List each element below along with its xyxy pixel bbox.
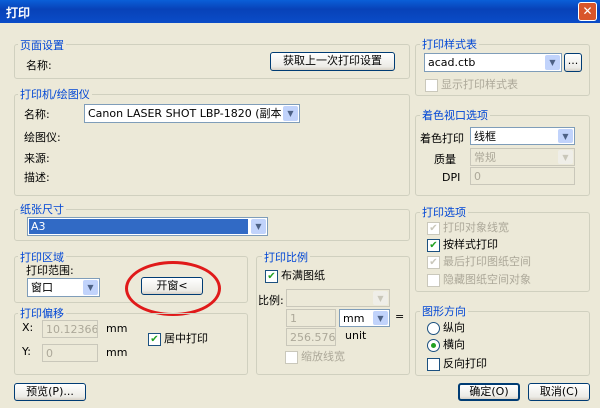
checkbox-icon bbox=[427, 273, 440, 287]
scale-denominator-input[interactable]: 256.5760 bbox=[286, 328, 336, 346]
shade-plot-value: 线框 bbox=[474, 130, 496, 143]
preview-button[interactable]: 预览(P)... bbox=[14, 383, 86, 401]
chevron-down-icon: ▼ bbox=[83, 280, 98, 295]
center-plot-label: 居中打印 bbox=[164, 332, 208, 345]
quality-label: 质量 bbox=[434, 153, 456, 166]
plot-paperspace-last-checkbox[interactable]: ✔ 最后打印图纸空间 bbox=[427, 253, 531, 269]
checkbox-icon bbox=[425, 78, 438, 92]
checkmark-icon: ✔ bbox=[427, 221, 440, 235]
scale-numerator-input[interactable]: 1 bbox=[286, 309, 336, 327]
scale-denominator-unit: unit bbox=[345, 329, 367, 342]
landscape-label: 横向 bbox=[443, 338, 465, 351]
dpi-input[interactable]: 0 bbox=[470, 167, 575, 185]
show-plot-styles-checkbox[interactable]: 显示打印样式表 bbox=[425, 76, 518, 92]
chevron-down-icon: ▼ bbox=[558, 150, 573, 164]
plot-style-title: 打印样式表 bbox=[420, 36, 479, 52]
option-label: 打印对象线宽 bbox=[443, 221, 509, 234]
shade-plot-label: 着色打印 bbox=[420, 132, 464, 145]
option-label: 隐藏图纸空间对象 bbox=[443, 273, 531, 286]
radio-selected-icon bbox=[427, 338, 440, 352]
print-scale-title: 打印比例 bbox=[262, 249, 310, 265]
offset-y-input[interactable]: 0 bbox=[42, 344, 98, 362]
plot-style-select[interactable]: acad.ctb ▼ bbox=[424, 53, 562, 72]
checkbox-icon bbox=[427, 357, 440, 371]
shaded-viewport-title: 着色视口选项 bbox=[420, 107, 490, 123]
shade-plot-select[interactable]: 线框 ▼ bbox=[470, 127, 575, 145]
page-setup-name-label: 名称: bbox=[26, 59, 52, 72]
printer-name-value: Canon LASER SHOT LBP-1820 (副本 1) bbox=[88, 107, 297, 120]
scale-unit-select[interactable]: mm ▼ bbox=[339, 309, 390, 327]
plot-lineweights-checkbox[interactable]: ✔ 打印对象线宽 bbox=[427, 219, 509, 235]
paper-size-value: A3 bbox=[28, 218, 249, 235]
paper-size-title: 纸张尺寸 bbox=[18, 201, 66, 217]
scale-lineweights-label: 缩放线宽 bbox=[301, 350, 345, 363]
offset-y-unit: mm bbox=[106, 346, 128, 359]
offset-x-input[interactable]: 10.123667 bbox=[42, 320, 98, 338]
reverse-plot-label: 反向打印 bbox=[443, 357, 487, 370]
chevron-down-icon: ▼ bbox=[373, 311, 388, 325]
radio-icon bbox=[427, 321, 440, 335]
window-title: 打印 bbox=[6, 6, 31, 20]
printer-title: 打印机/绘图仪 bbox=[18, 86, 92, 102]
quality-select[interactable]: 常规 ▼ bbox=[470, 148, 575, 166]
title-bar: 打印 bbox=[0, 0, 600, 23]
checkmark-icon: ✔ bbox=[427, 238, 440, 252]
offset-x-label: X: bbox=[22, 321, 34, 334]
center-plot-checkbox[interactable]: ✔ 居中打印 bbox=[148, 330, 208, 346]
landscape-radio[interactable]: 横向 bbox=[427, 336, 465, 352]
offset-x-unit: mm bbox=[106, 322, 128, 335]
plot-options-title: 打印选项 bbox=[420, 204, 468, 220]
scale-ratio-label: 比例: bbox=[258, 294, 284, 307]
page-setup-title: 页面设置 bbox=[18, 37, 66, 53]
orientation-title: 图形方向 bbox=[420, 303, 468, 319]
get-last-settings-button[interactable]: 获取上一次打印设置 bbox=[270, 52, 395, 71]
paper-size-select[interactable]: A3 ▼ bbox=[27, 217, 268, 236]
option-label: 按样式打印 bbox=[443, 238, 498, 251]
print-offset-title: 打印偏移 bbox=[18, 305, 66, 321]
chevron-down-icon: ▼ bbox=[373, 291, 388, 305]
fit-to-paper-checkbox[interactable]: ✔ 布满图纸 bbox=[265, 267, 325, 283]
print-range-label: 打印范围: bbox=[26, 264, 74, 277]
reverse-plot-checkbox[interactable]: 反向打印 bbox=[427, 355, 487, 371]
plot-with-styles-checkbox[interactable]: ✔ 按样式打印 bbox=[427, 236, 498, 252]
quality-value: 常规 bbox=[474, 151, 496, 164]
edit-plot-style-button[interactable]: ... bbox=[564, 53, 582, 72]
checkbox-icon bbox=[285, 350, 298, 364]
printer-name-select[interactable]: Canon LASER SHOT LBP-1820 (副本 1) ▼ bbox=[84, 104, 300, 123]
plot-style-value: acad.ctb bbox=[428, 56, 476, 69]
portrait-radio[interactable]: 纵向 bbox=[427, 319, 465, 335]
scale-lineweights-checkbox[interactable]: 缩放线宽 bbox=[285, 348, 345, 364]
source-label: 来源: bbox=[24, 152, 50, 165]
chevron-down-icon: ▼ bbox=[283, 106, 298, 121]
option-label: 最后打印图纸空间 bbox=[443, 255, 531, 268]
checkmark-icon: ✔ bbox=[265, 269, 278, 283]
scale-ratio-select[interactable]: ▼ bbox=[286, 289, 390, 307]
print-range-value: 窗口 bbox=[31, 281, 53, 294]
dpi-label: DPI bbox=[442, 171, 461, 184]
window-pick-button[interactable]: 开窗< bbox=[141, 277, 203, 295]
printer-name-label: 名称: bbox=[24, 108, 50, 121]
description-label: 描述: bbox=[24, 171, 50, 184]
chevron-down-icon: ▼ bbox=[251, 219, 266, 234]
hide-paperspace-objects-checkbox[interactable]: 隐藏图纸空间对象 bbox=[427, 271, 531, 287]
ok-button[interactable]: 确定(O) bbox=[458, 383, 520, 401]
portrait-label: 纵向 bbox=[443, 321, 465, 334]
checkmark-icon: ✔ bbox=[148, 332, 161, 346]
plotter-label: 绘图仪: bbox=[24, 131, 61, 144]
close-button[interactable]: ✕ bbox=[578, 2, 597, 21]
offset-y-label: Y: bbox=[22, 345, 31, 358]
fit-to-paper-label: 布满图纸 bbox=[281, 269, 325, 282]
chevron-down-icon: ▼ bbox=[558, 129, 573, 143]
cancel-button[interactable]: 取消(C) bbox=[528, 383, 590, 401]
checkmark-icon: ✔ bbox=[427, 255, 440, 269]
chevron-down-icon: ▼ bbox=[545, 55, 560, 70]
scale-unit-value: mm bbox=[343, 312, 365, 325]
print-range-select[interactable]: 窗口 ▼ bbox=[27, 278, 100, 297]
equals-sign: = bbox=[395, 310, 405, 323]
show-plot-styles-label: 显示打印样式表 bbox=[441, 78, 518, 91]
